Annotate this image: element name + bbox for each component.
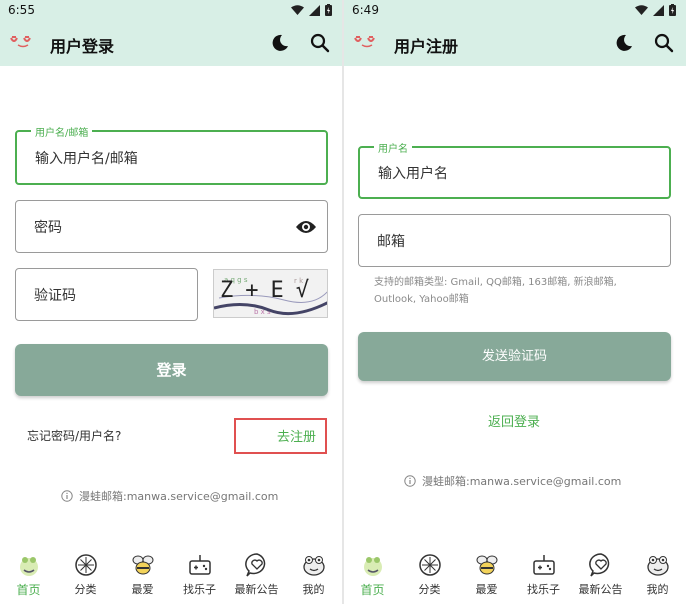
signal-icon [309, 4, 320, 16]
bottom-navigation: 首页 分类 最爱 找乐子 最新公告 我的 [0, 552, 342, 604]
login-screen: 6:55 用户登录 用户名/邮箱 输入用户名/邮箱 密码 验证码 a q g s… [0, 0, 342, 604]
battery-icon [669, 4, 676, 16]
page-title: 用户注册 [394, 37, 459, 56]
captcha-input[interactable]: 验证码 [15, 268, 198, 321]
manwa-logo-icon [10, 36, 31, 48]
nav-item-announcements[interactable]: 最新公告 [228, 552, 285, 604]
contact-email: 漫蛙邮箱:manwa.service@gmail.com [404, 473, 621, 489]
game-controller-icon [188, 555, 211, 575]
send-code-button[interactable]: 发送验证码 [358, 332, 671, 381]
nav-label-favorite: 最爱 [131, 583, 154, 596]
profile-frog-icon [646, 556, 669, 576]
register-highlight [234, 418, 327, 454]
nav-item-announcements[interactable]: 最新公告 [572, 552, 629, 604]
username-email-label: 用户名/邮箱 [31, 124, 93, 139]
nav-item-profile[interactable]: 我的 [629, 552, 686, 604]
contact-email-text: 漫蛙邮箱:manwa.service@gmail.com [79, 490, 279, 503]
nav-item-category[interactable]: 分类 [57, 552, 114, 604]
login-button[interactable]: 登录 [15, 344, 328, 396]
nav-item-category[interactable]: 分类 [401, 552, 458, 604]
status-bar: 6:55 [0, 0, 342, 22]
favorite-bee-icon [132, 555, 153, 575]
nav-item-profile[interactable]: 我的 [285, 552, 342, 604]
announcement-heart-icon [244, 553, 265, 577]
status-icons [635, 4, 676, 16]
nav-item-fun[interactable]: 找乐子 [171, 552, 228, 604]
login-button-label: 登录 [156, 361, 187, 379]
username-input[interactable]: 用户名 输入用户名 [358, 140, 671, 199]
manwa-logo-icon [354, 36, 375, 48]
dark-mode-moon-icon[interactable] [614, 33, 634, 53]
wifi-icon [635, 4, 648, 15]
nav-label-announcements: 最新公告 [578, 583, 623, 596]
username-email-placeholder: 输入用户名/邮箱 [35, 150, 138, 167]
captcha-text: Z+E√ [220, 278, 321, 303]
nav-label-fun: 找乐子 [183, 583, 216, 596]
info-icon [61, 490, 73, 502]
search-icon[interactable] [654, 33, 674, 53]
app-bar: 用户登录 [0, 22, 342, 66]
show-password-eye-icon[interactable] [295, 219, 317, 235]
back-to-login-link[interactable]: 返回登录 [488, 411, 540, 430]
email-placeholder: 邮箱 [377, 233, 405, 250]
nav-label-home: 首页 [360, 583, 385, 597]
search-icon[interactable] [310, 33, 330, 53]
app-bar: 用户注册 [344, 22, 686, 66]
nav-label-announcements: 最新公告 [234, 583, 279, 596]
profile-frog-icon [302, 556, 325, 576]
status-bar: 6:49 [344, 0, 686, 22]
register-screen: 6:49 用户注册 用户名 输入用户名 邮箱 支持的邮箱类型: Gmail, Q… [344, 0, 686, 604]
contact-email-text: 漫蛙邮箱:manwa.service@gmail.com [422, 475, 622, 488]
password-placeholder: 密码 [34, 219, 62, 236]
forgot-password-link[interactable]: 忘记密码/用户名? [27, 427, 121, 444]
nav-label-profile: 我的 [302, 583, 325, 596]
nav-label-favorite: 最爱 [475, 583, 498, 596]
nav-label-profile: 我的 [646, 583, 669, 596]
captcha-placeholder: 验证码 [34, 287, 76, 304]
home-frog-icon [363, 557, 382, 576]
contact-email: 漫蛙邮箱:manwa.service@gmail.com [61, 488, 278, 504]
username-label: 用户名 [374, 140, 412, 155]
signal-icon [653, 4, 664, 16]
nav-label-home: 首页 [16, 583, 41, 597]
email-support-hint: 支持的邮箱类型: Gmail, QQ邮箱, 163邮箱, 新浪邮箱, Outlo… [374, 277, 617, 305]
nav-item-fun[interactable]: 找乐子 [515, 552, 572, 604]
announcement-heart-icon [588, 553, 609, 577]
bottom-navigation: 首页 分类 最爱 找乐子 最新公告 我的 [344, 552, 686, 604]
status-time: 6:55 [8, 3, 35, 17]
status-time: 6:49 [352, 3, 379, 17]
send-code-button-label: 发送验证码 [481, 349, 547, 364]
nav-item-favorite[interactable]: 最爱 [458, 552, 515, 604]
home-frog-icon [19, 557, 38, 576]
info-icon [404, 475, 416, 487]
favorite-bee-icon [476, 555, 497, 575]
nav-item-favorite[interactable]: 最爱 [114, 552, 171, 604]
dark-mode-moon-icon[interactable] [270, 33, 290, 53]
nav-label-category: 分类 [418, 583, 441, 596]
category-icon [418, 554, 441, 576]
nav-item-home[interactable]: 首页 [0, 552, 57, 604]
email-input[interactable]: 邮箱 [358, 214, 671, 267]
username-email-input[interactable]: 用户名/邮箱 输入用户名/邮箱 [15, 124, 328, 185]
captcha-image[interactable]: a q g s b x s r k Z+E√ [213, 269, 328, 318]
status-icons [291, 4, 332, 16]
page-title: 用户登录 [50, 37, 115, 56]
nav-item-home[interactable]: 首页 [344, 552, 401, 604]
nav-label-fun: 找乐子 [527, 583, 560, 596]
nav-label-category: 分类 [74, 583, 97, 596]
battery-icon [325, 4, 332, 16]
category-icon [74, 554, 97, 576]
game-controller-icon [532, 555, 555, 575]
password-input[interactable]: 密码 [15, 200, 328, 253]
username-placeholder: 输入用户名 [378, 165, 448, 182]
wifi-icon [291, 4, 304, 15]
